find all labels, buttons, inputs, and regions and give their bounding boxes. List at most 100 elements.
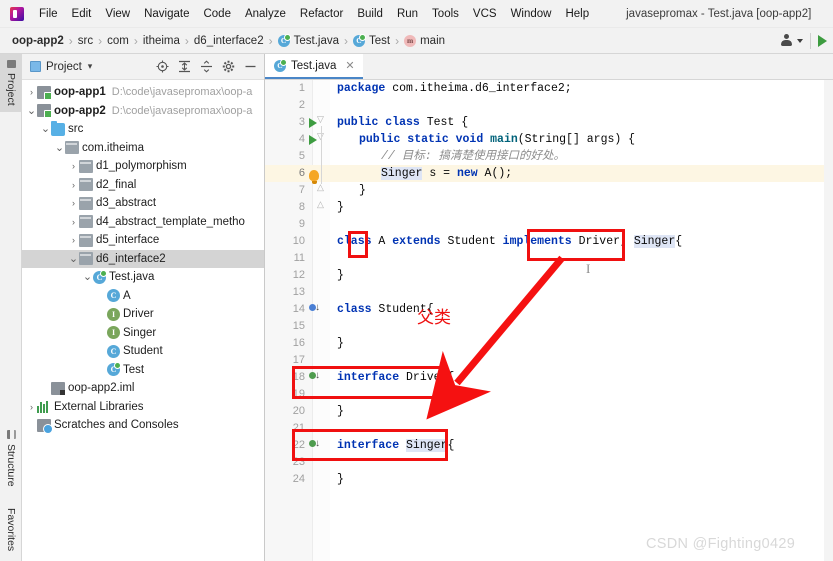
breadcrumb-item-oop-app2[interactable]: oop-app2 <box>12 35 64 47</box>
project-panel-title-group[interactable]: Project ▾ <box>30 61 92 73</box>
tree-item-a[interactable]: ›CA <box>22 287 264 306</box>
code-line-5[interactable]: 5 // 目标: 搞清楚使用接口的好处。 <box>265 148 833 165</box>
code-line-24[interactable]: 24} <box>265 471 833 488</box>
implemented-marker-line22[interactable]: ↓ <box>309 439 320 449</box>
chevron-right-icon[interactable]: › <box>68 231 79 250</box>
tree-item-d6-interface2[interactable]: ⌄ d6_interface2 <box>22 249 264 268</box>
code-line-4[interactable]: 4 public static void main(String[] args) … <box>265 131 833 148</box>
tree-item-scratches-and-consoles[interactable]: ›Scratches and Consoles <box>22 416 264 435</box>
breadcrumb-item-test-java[interactable]: C Test.java <box>277 33 339 47</box>
tree-item-test[interactable]: ›CTest <box>22 361 264 380</box>
code-editor[interactable]: 1 package com.itheima.d6_interface2; 2 3 pub… <box>265 80 833 561</box>
tree-item-com-itheima[interactable]: ⌄ com.itheima <box>22 139 264 158</box>
editor-tab-test-java[interactable]: C Test.java ✕ <box>265 54 363 79</box>
sidebar-tab-structure[interactable]: Structure <box>0 424 22 493</box>
chevron-right-icon[interactable]: › <box>68 194 79 213</box>
code-line-15[interactable]: 15 <box>265 318 833 335</box>
breadcrumb-item-itheima[interactable]: itheima <box>143 35 180 47</box>
tree-item-d3-abstract[interactable]: › d3_abstract <box>22 194 264 213</box>
tree-item-driver[interactable]: ›IDriver <box>22 305 264 324</box>
code-line-2[interactable]: 2 <box>265 97 833 114</box>
intention-bulb-icon[interactable] <box>309 170 319 184</box>
code-line-17[interactable]: 17 <box>265 352 833 369</box>
code-line-20[interactable]: 20} <box>265 403 833 420</box>
code-line-1[interactable]: 1 package com.itheima.d6_interface2; <box>265 80 833 97</box>
chevron-right-icon[interactable]: › <box>26 398 37 417</box>
code-line-10[interactable]: 10 class A extends Student implements Dri… <box>265 233 833 250</box>
breadcrumb-item-com[interactable]: com <box>107 35 129 47</box>
code-line-14[interactable]: 14 class Student{ <box>265 301 833 318</box>
menu-item-build[interactable]: Build <box>350 6 390 22</box>
chevron-right-icon[interactable]: › <box>68 176 79 195</box>
chevron-down-icon[interactable] <box>797 38 803 43</box>
tree-item-student[interactable]: ›CStudent <box>22 342 264 361</box>
tree-item-external-libraries[interactable]: › External Libraries <box>22 398 264 417</box>
chevron-right-icon[interactable]: › <box>26 83 37 102</box>
menu-item-window[interactable]: Window <box>504 6 559 22</box>
sidebar-tab-favorites[interactable]: Favorites <box>0 502 22 557</box>
menu-item-tools[interactable]: Tools <box>425 6 466 22</box>
implemented-marker-line18[interactable]: ↓ <box>309 371 320 381</box>
code-line-18[interactable]: 18 interface Driver{ <box>265 369 833 386</box>
fold-guide-line3[interactable]: ▽ <box>317 114 324 125</box>
person-icon[interactable] <box>780 34 793 47</box>
chevron-down-icon[interactable]: ⌄ <box>26 104 37 118</box>
breadcrumb-item-test[interactable]: C Test <box>353 33 390 47</box>
editor-vertical-scrollbar[interactable] <box>824 80 833 561</box>
menu-item-vcs[interactable]: VCS <box>466 6 504 22</box>
sidebar-tab-project[interactable]: Project <box>0 54 22 112</box>
tree-item-test-java[interactable]: ⌄ C Test.java <box>22 268 264 287</box>
code-line-22[interactable]: 22 interface Singer{ <box>265 437 833 454</box>
tree-item-d2-final[interactable]: › d2_final <box>22 176 264 195</box>
collapse-all-icon[interactable] <box>200 60 213 73</box>
breadcrumb-item-main[interactable]: m main <box>404 34 445 47</box>
breadcrumb-item-d6-interface2[interactable]: d6_interface2 <box>194 35 264 47</box>
menu-item-navigate[interactable]: Navigate <box>137 6 196 22</box>
code-line-9[interactable]: 9 <box>265 216 833 233</box>
menu-item-file[interactable]: File <box>32 6 65 22</box>
code-line-12[interactable]: 12} <box>265 267 833 284</box>
breadcrumb-item-src[interactable]: src <box>78 35 93 47</box>
run-gutter-icon-line4[interactable] <box>309 135 317 145</box>
code-line-6[interactable]: 6 Singer s = new A(); <box>265 165 833 182</box>
settings-gear-icon[interactable] <box>222 60 235 73</box>
code-line-11[interactable]: 11 <box>265 250 833 267</box>
menu-item-refactor[interactable]: Refactor <box>293 6 350 22</box>
run-gutter-icon-line3[interactable] <box>309 118 317 128</box>
menu-item-view[interactable]: View <box>98 6 137 22</box>
chevron-down-icon[interactable]: ⌄ <box>40 122 51 136</box>
code-line-8[interactable]: 8} <box>265 199 833 216</box>
close-icon[interactable]: ✕ <box>345 59 354 72</box>
code-line-7[interactable]: 7} <box>265 182 833 199</box>
menu-item-run[interactable]: Run <box>390 6 425 22</box>
tree-item-oop-app2-iml[interactable]: ›oop-app2.iml <box>22 379 264 398</box>
tree-item-oop-app1[interactable]: › oop-app1 D:\code\javasepromax\oop-a <box>22 83 264 102</box>
fold-guide-line8[interactable]: △ <box>317 199 324 210</box>
tree-item-oop-app2[interactable]: ⌄ oop-app2 D:\code\javasepromax\oop-a <box>22 102 264 121</box>
run-icon[interactable] <box>818 34 827 47</box>
chevron-down-icon[interactable]: ⌄ <box>82 270 93 284</box>
tree-item-singer[interactable]: ›ISinger <box>22 324 264 343</box>
code-line-13[interactable]: 13 <box>265 284 833 301</box>
expand-all-icon[interactable] <box>178 60 191 73</box>
chevron-right-icon[interactable]: › <box>68 157 79 176</box>
chevron-down-icon[interactable]: ⌄ <box>68 252 79 266</box>
implemented-marker-line14[interactable]: ↓ <box>309 303 320 313</box>
chevron-right-icon[interactable]: › <box>68 213 79 232</box>
code-line-19[interactable]: 19 <box>265 386 833 403</box>
menu-item-edit[interactable]: Edit <box>65 6 99 22</box>
code-line-16[interactable]: 16} <box>265 335 833 352</box>
tree-item-d4-abstract-template-metho[interactable]: › d4_abstract_template_metho <box>22 213 264 232</box>
minimize-icon[interactable] <box>244 60 257 73</box>
code-line-23[interactable]: 23 <box>265 454 833 471</box>
locate-icon[interactable] <box>156 60 169 73</box>
code-line-21[interactable]: 21 <box>265 420 833 437</box>
menu-item-code[interactable]: Code <box>196 6 238 22</box>
tree-item-d5-interface[interactable]: › d5_interface <box>22 231 264 250</box>
tree-item-src[interactable]: ⌄ src <box>22 120 264 139</box>
chevron-down-icon[interactable]: ▾ <box>88 61 93 72</box>
code-line-3[interactable]: 3 public class Test { <box>265 114 833 131</box>
tree-item-d1-polymorphism[interactable]: › d1_polymorphism <box>22 157 264 176</box>
menu-item-analyze[interactable]: Analyze <box>238 6 293 22</box>
menu-item-help[interactable]: Help <box>558 6 596 22</box>
